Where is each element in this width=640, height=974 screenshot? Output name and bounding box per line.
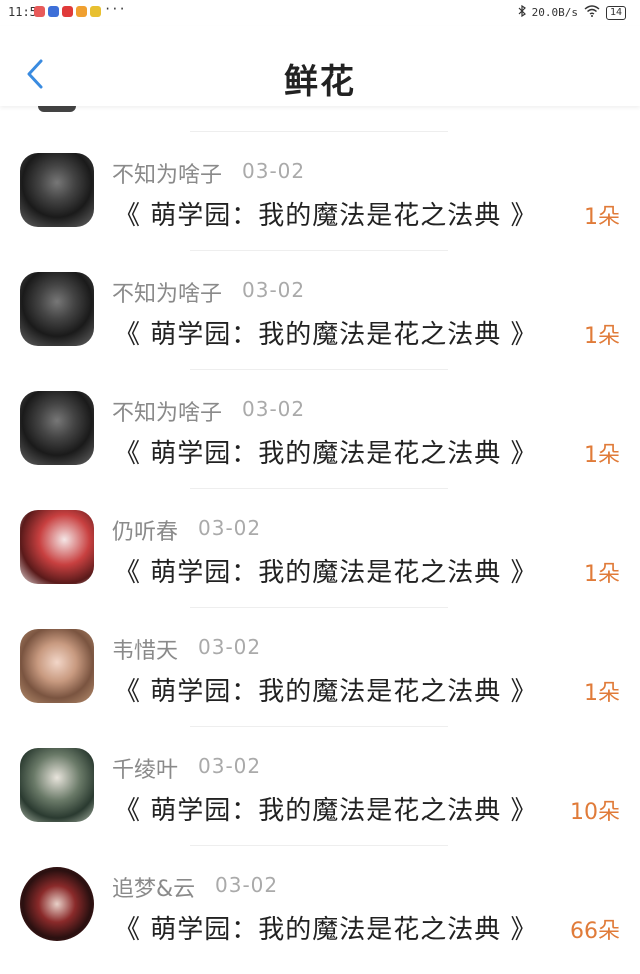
bluetooth-icon [518, 4, 526, 20]
list-item[interactable]: 不知为啥子 03-02 《 萌学园：我的魔法是花之法典 》 1朵 [0, 131, 640, 250]
book-title[interactable]: 《 萌学园：我的魔法是花之法典 》 [114, 433, 538, 470]
notification-app-icons [34, 6, 101, 17]
wifi-icon [584, 5, 600, 20]
divider [190, 131, 448, 132]
user-name[interactable]: 不知为啥子 [112, 276, 222, 308]
status-bar: 11:58 ··· 20.0B/s 14 [0, 0, 640, 26]
user-name[interactable]: 仍听春 [112, 514, 178, 546]
user-name[interactable]: 追梦&云 [112, 871, 195, 903]
avatar[interactable] [20, 510, 94, 584]
divider [190, 607, 448, 608]
more-notifications-icon: ··· [104, 2, 126, 16]
flower-count: 10朵 [570, 800, 620, 825]
date: 03-02 [242, 159, 306, 183]
date: 03-02 [215, 873, 279, 897]
user-name[interactable]: 韦惜天 [112, 633, 178, 665]
list-item[interactable]: 韦惜天 03-02 《 萌学园：我的魔法是花之法典 》 1朵 [0, 607, 640, 726]
avatar[interactable] [20, 867, 94, 941]
app-notification-icon [62, 6, 73, 17]
flower-count: 1朵 [584, 443, 620, 468]
app-notification-icon [48, 6, 59, 17]
date: 03-02 [198, 516, 262, 540]
divider [190, 369, 448, 370]
flower-count: 66朵 [570, 919, 620, 944]
divider [190, 488, 448, 489]
date: 03-02 [198, 754, 262, 778]
book-title[interactable]: 《 萌学园：我的魔法是花之法典 》 [114, 909, 538, 946]
app-notification-icon [76, 6, 87, 17]
book-title[interactable]: 《 萌学园：我的魔法是花之法典 》 [114, 671, 538, 708]
date: 03-02 [242, 397, 306, 421]
avatar[interactable] [20, 272, 94, 346]
user-name[interactable]: 不知为啥子 [112, 157, 222, 189]
book-title[interactable]: 《 萌学园：我的魔法是花之法典 》 [114, 790, 538, 827]
divider [190, 845, 448, 846]
list-item[interactable]: 千绫叶 03-02 《 萌学园：我的魔法是花之法典 》 10朵 [0, 726, 640, 845]
list-item[interactable]: 不知为啥子 03-02 《 萌学园：我的魔法是花之法典 》 1朵 [0, 369, 640, 488]
battery-icon: 14 [605, 5, 626, 20]
flower-count: 1朵 [584, 681, 620, 706]
status-right: 20.0B/s 14 [518, 4, 626, 20]
date: 03-02 [198, 635, 262, 659]
avatar[interactable] [20, 391, 94, 465]
app-notification-icon [90, 6, 101, 17]
list-item[interactable]: 追梦&云 03-02 《 萌学园：我的魔法是花之法典 》 66朵 [0, 845, 640, 964]
app-header: 鲜花 [0, 26, 640, 106]
app-notification-icon [34, 6, 45, 17]
avatar[interactable] [20, 629, 94, 703]
date: 03-02 [242, 278, 306, 302]
user-name[interactable]: 不知为啥子 [112, 395, 222, 427]
avatar[interactable] [20, 748, 94, 822]
divider [190, 726, 448, 727]
page-title: 鲜花 [284, 62, 356, 102]
flower-count: 1朵 [584, 205, 620, 230]
book-title[interactable]: 《 萌学园：我的魔法是花之法典 》 [114, 195, 538, 232]
partial-avatar [38, 106, 76, 112]
flower-count: 1朵 [584, 324, 620, 349]
divider [190, 250, 448, 251]
flower-count: 1朵 [584, 562, 620, 587]
user-name[interactable]: 千绫叶 [112, 752, 178, 784]
avatar[interactable] [20, 153, 94, 227]
network-speed: 20.0B/s [531, 6, 578, 19]
list-item[interactable]: 不知为啥子 03-02 《 萌学园：我的魔法是花之法典 》 1朵 [0, 250, 640, 369]
book-title[interactable]: 《 萌学园：我的魔法是花之法典 》 [114, 552, 538, 589]
book-title[interactable]: 《 萌学园：我的魔法是花之法典 》 [114, 314, 538, 351]
list-item[interactable]: 仍听春 03-02 《 萌学园：我的魔法是花之法典 》 1朵 [0, 488, 640, 607]
